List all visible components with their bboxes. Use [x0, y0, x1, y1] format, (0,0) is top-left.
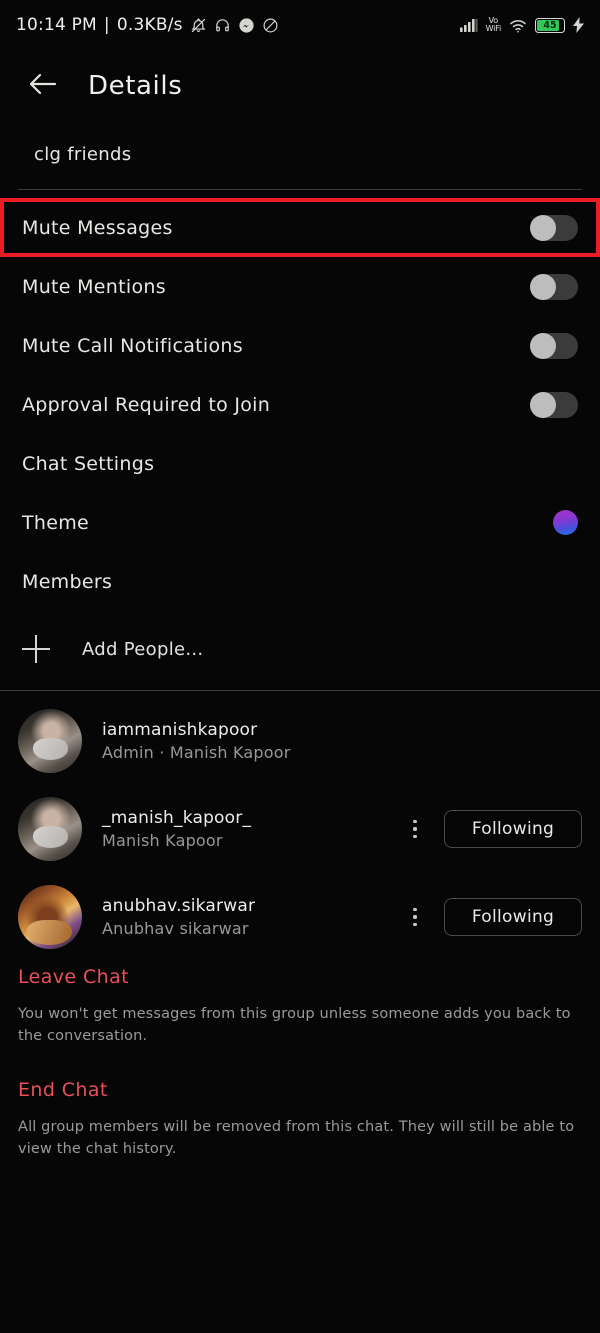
member-text: anubhav.sikarwar Anubhav sikarwar	[102, 896, 400, 938]
setting-row-mute-mentions[interactable]: Mute Mentions	[0, 257, 600, 316]
avatar	[18, 797, 82, 861]
toggle-knob	[530, 332, 556, 359]
add-people-label: Add People...	[82, 638, 204, 660]
vowifi-indicator: Vo WiFi	[485, 15, 502, 33]
toggle-knob	[530, 273, 556, 300]
back-arrow-icon	[26, 71, 58, 101]
toggle-knob	[530, 391, 556, 418]
member-username: anubhav.sikarwar	[102, 896, 256, 916]
setting-label-theme: Theme	[22, 511, 90, 534]
setting-label-approval-required: Approval Required to Join	[22, 393, 271, 416]
member-overflow-menu-icon[interactable]	[400, 897, 430, 937]
setting-label-members: Members	[22, 570, 113, 593]
member-subtitle: Admin · Manish Kapoor	[102, 743, 291, 762]
group-name[interactable]: clg friends	[34, 144, 131, 165]
settings-list: Mute Messages Mute Mentions Mute Call No…	[0, 198, 600, 611]
wifi-icon	[509, 18, 527, 33]
leave-chat-button[interactable]: Leave Chat	[18, 966, 584, 988]
headphones-icon	[214, 17, 231, 34]
setting-row-approval-required[interactable]: Approval Required to Join	[0, 375, 600, 434]
member-row[interactable]: _manish_kapoor_ Manish Kapoor Following	[0, 785, 600, 873]
leave-chat-description: You won't get messages from this group u…	[18, 1006, 571, 1044]
member-username: iammanishkapoor	[102, 720, 258, 740]
setting-row-mute-call-notifications[interactable]: Mute Call Notifications	[0, 316, 600, 375]
charging-bolt-icon	[573, 17, 584, 33]
messenger-icon	[238, 17, 255, 34]
member-row[interactable]: anubhav.sikarwar Anubhav sikarwar Follow…	[0, 873, 600, 961]
theme-color-swatch[interactable]	[553, 510, 578, 535]
setting-row-chat-settings[interactable]: Chat Settings	[0, 434, 600, 493]
end-chat-button[interactable]: End Chat	[18, 1079, 584, 1101]
back-button[interactable]	[18, 62, 66, 110]
setting-label-mute-call-notifications: Mute Call Notifications	[22, 334, 243, 357]
member-overflow-menu-icon[interactable]	[400, 809, 430, 849]
avatar	[18, 885, 82, 949]
page-title: Details	[88, 71, 183, 101]
toggle-knob	[530, 214, 556, 241]
toggle-mute-mentions[interactable]	[530, 273, 578, 300]
signal-bars-icon	[459, 18, 478, 32]
member-text: iammanishkapoor Admin · Manish Kapoor	[102, 720, 582, 762]
setting-label-chat-settings: Chat Settings	[22, 452, 155, 475]
do-not-disturb-icon	[262, 17, 279, 34]
divider-top	[18, 189, 582, 190]
avatar	[18, 709, 82, 773]
battery-indicator: 45	[535, 17, 565, 33]
add-people-button[interactable]: Add People...	[22, 624, 203, 674]
status-network-speed: 0.3KB/s	[116, 15, 183, 35]
members-list: iammanishkapoor Admin · Manish Kapoor _m…	[0, 697, 600, 961]
member-subtitle: Anubhav sikarwar	[102, 919, 249, 938]
toggle-mute-messages[interactable]	[530, 214, 578, 241]
page-header: Details	[0, 50, 600, 122]
status-separator: |	[103, 15, 110, 35]
end-chat-section: End Chat All group members will be remov…	[18, 1079, 584, 1161]
member-subtitle: Manish Kapoor	[102, 831, 223, 850]
divider-members	[0, 690, 600, 691]
status-time: 10:14 PM	[16, 15, 97, 35]
setting-label-mute-mentions: Mute Mentions	[22, 275, 166, 298]
toggle-approval-required[interactable]	[530, 391, 578, 418]
end-chat-description: All group members will be removed from t…	[18, 1119, 575, 1157]
member-row[interactable]: iammanishkapoor Admin · Manish Kapoor	[0, 697, 600, 785]
status-bar-right: Vo WiFi 45	[459, 15, 584, 34]
setting-row-members[interactable]: Members	[0, 552, 600, 611]
member-username: _manish_kapoor_	[102, 808, 252, 828]
setting-row-theme[interactable]: Theme	[0, 493, 600, 552]
setting-row-mute-messages[interactable]: Mute Messages	[0, 198, 600, 257]
setting-label-mute-messages: Mute Messages	[22, 216, 173, 239]
details-screen: 10:14 PM | 0.3KB/s Vo WiFi 45 Details cl…	[0, 0, 600, 1333]
leave-chat-section: Leave Chat You won't get messages from t…	[18, 966, 584, 1048]
member-text: _manish_kapoor_ Manish Kapoor	[102, 808, 400, 850]
status-bar: 10:14 PM | 0.3KB/s Vo WiFi 45	[0, 0, 600, 50]
status-bar-left: 10:14 PM | 0.3KB/s	[16, 15, 279, 35]
follow-status-button[interactable]: Following	[444, 810, 582, 848]
bell-muted-icon	[190, 17, 207, 34]
toggle-mute-call-notifications[interactable]	[530, 332, 578, 359]
follow-status-button[interactable]: Following	[444, 898, 582, 936]
plus-icon	[22, 635, 50, 663]
battery-percent: 45	[543, 19, 557, 31]
